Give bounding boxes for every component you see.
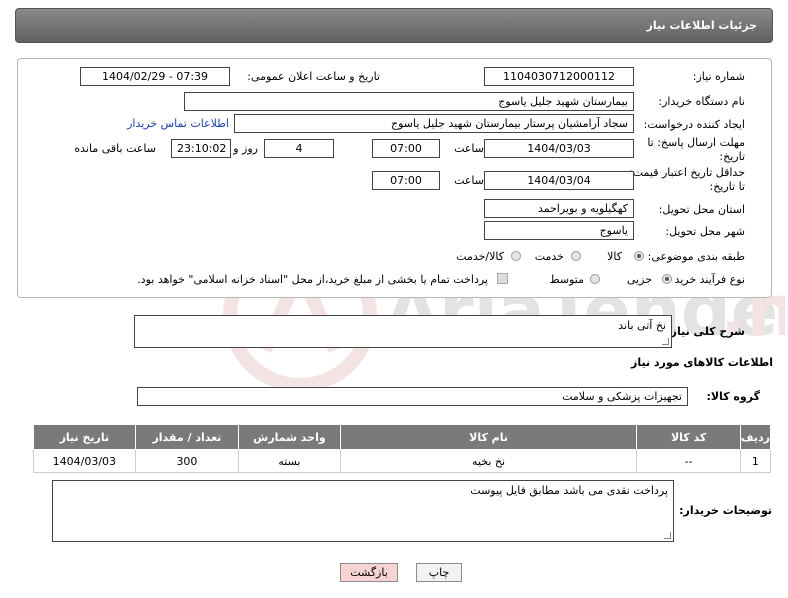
creator-field[interactable]: سجاد آرامشیان پرستار بیمارستان شهید جلیل…	[234, 114, 634, 133]
col-qty-header: تعداد / مقدار	[134, 424, 240, 450]
buyer-org-label: نام دستگاه خریدار:	[658, 95, 745, 108]
category-service-radio[interactable]	[571, 251, 581, 261]
category-label: طبقه بندی موضوعی:	[647, 250, 745, 263]
general-desc-text: نخ آتی باند	[618, 319, 666, 332]
back-button[interactable]: بازگشت	[340, 563, 398, 582]
category-service-label: خدمت	[534, 250, 564, 263]
buyer-contact-link[interactable]: اطلاعات تماس خریدار	[127, 117, 229, 130]
col-name-header: نام کالا	[339, 424, 638, 450]
reply-time-label: ساعت	[454, 142, 484, 155]
cell-unit: بسته	[238, 449, 341, 473]
resize-handle[interactable]	[664, 532, 671, 539]
table-header-row: ردیف کد کالا نام کالا واحد شمارش تعداد /…	[33, 424, 772, 450]
page-header: جزئیات اطلاعات نیاز	[15, 8, 773, 43]
category-goods-service-label: کالا/خدمت	[456, 250, 504, 263]
buyer-notes-label: توضیحات خریدار:	[679, 504, 772, 517]
reply-deadline-time-field[interactable]: 07:00	[372, 139, 440, 158]
process-medium-radio[interactable]	[590, 274, 600, 284]
creator-label: ایجاد کننده درخواست:	[643, 118, 745, 131]
col-unit-header: واحد شمارش	[238, 424, 341, 450]
days-label: روز و	[233, 142, 258, 155]
need-number-field[interactable]: 1104030712000112	[484, 67, 634, 86]
price-validity-time-field[interactable]: 07:00	[372, 171, 440, 190]
cell-code: --	[636, 449, 741, 473]
treasury-note: پرداخت تمام یا بخشی از مبلغ خرید،از محل …	[137, 273, 488, 286]
resize-handle[interactable]	[662, 338, 669, 345]
reply-deadline-date-field[interactable]: 1404/03/03	[484, 139, 634, 158]
announce-datetime-label: تاریخ و ساعت اعلان عمومی:	[247, 70, 380, 83]
category-goods-radio[interactable]	[634, 251, 644, 261]
print-button[interactable]: چاپ	[416, 563, 462, 582]
process-minor-radio[interactable]	[662, 274, 672, 284]
delivery-province-field[interactable]: کهگیلویه و بویراحمد	[484, 199, 634, 218]
remaining-days-field[interactable]: 4	[264, 139, 334, 158]
purchase-process-label: نوع فرآیند خرید :	[667, 273, 745, 286]
delivery-province-label: استان محل تحویل:	[658, 203, 745, 216]
col-code-header: کد کالا	[636, 424, 741, 450]
process-medium-label: متوسط	[549, 273, 584, 286]
general-desc-label: شرح کلی نیاز:	[666, 325, 745, 338]
buyer-org-field[interactable]: بیمارستان شهید جلیل یاسوج	[184, 92, 634, 111]
goods-group-field[interactable]: تجهیزات پزشکی و سلامت	[137, 387, 688, 406]
remaining-time-label: ساعت باقی مانده	[74, 142, 156, 155]
goods-info-title: اطلاعات کالاهای مورد نیاز	[631, 356, 773, 369]
items-table: ردیف کد کالا نام کالا واحد شمارش تعداد /…	[33, 424, 772, 473]
buyer-notes-field[interactable]: پرداخت نقدی می باشد مطابق فایل پیوست	[52, 480, 674, 542]
remaining-time-field[interactable]: 23:10:02	[171, 139, 231, 158]
general-desc-field[interactable]: نخ آتی باند	[134, 315, 672, 348]
col-date-header: تاریخ نیاز	[33, 424, 136, 450]
reply-deadline-label-2: تاریخ:	[719, 150, 745, 163]
cell-qty: 300	[134, 449, 240, 473]
price-validity-label-2: تا تاریخ:	[709, 180, 745, 193]
treasury-checkbox[interactable]	[497, 273, 508, 284]
announce-datetime-field[interactable]: 1404/02/29 - 07:39	[80, 67, 230, 86]
buyer-notes-text: پرداخت نقدی می باشد مطابق فایل پیوست	[470, 484, 668, 497]
cell-date: 1404/03/03	[33, 449, 136, 473]
category-goods-label: کالا	[607, 250, 622, 263]
col-row-header: ردیف	[739, 424, 772, 450]
cell-row: 1	[739, 449, 772, 473]
reply-deadline-label: مهلت ارسال پاسخ: تا	[647, 136, 745, 149]
table-row[interactable]: 1 -- نخ بخیه بسته 300 1404/03/03	[33, 449, 772, 473]
category-goods-service-radio[interactable]	[511, 251, 521, 261]
page-title: جزئیات اطلاعات نیاز	[646, 19, 758, 32]
delivery-city-label: شهر محل تحویل:	[665, 225, 745, 238]
cell-name: نخ بخیه	[339, 449, 638, 473]
process-minor-label: جزیی	[626, 273, 652, 286]
price-validity-date-field[interactable]: 1404/03/04	[484, 171, 634, 190]
price-validity-time-label: ساعت	[454, 174, 484, 187]
goods-group-label: گروه کالا:	[706, 390, 760, 403]
price-validity-label: حداقل تاریخ اعتبار قیمت:	[629, 166, 745, 179]
need-number-label: شماره نیاز:	[692, 70, 745, 83]
delivery-city-field[interactable]: یاسوج	[484, 221, 634, 240]
